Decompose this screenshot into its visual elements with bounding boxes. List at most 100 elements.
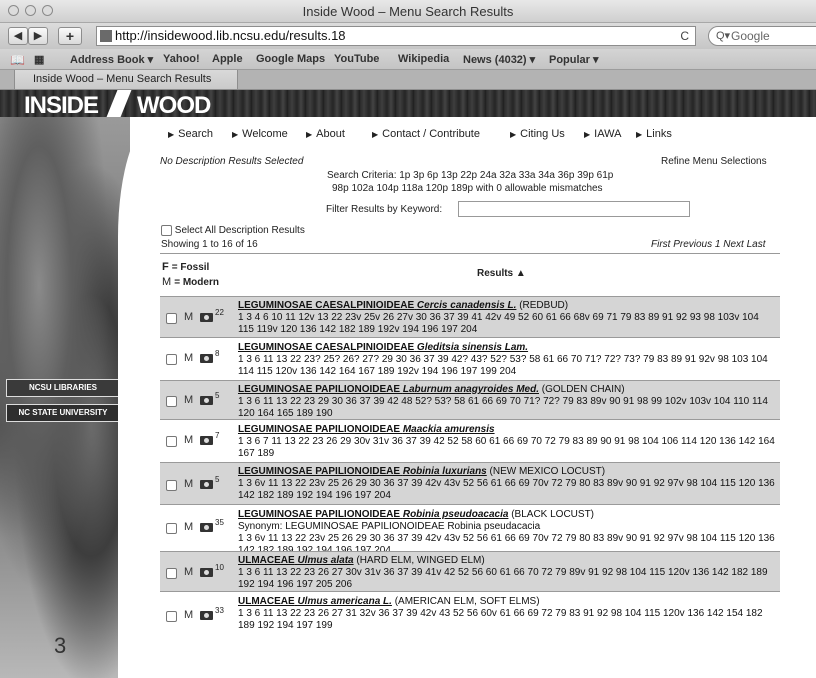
select-all-checkbox[interactable] [161, 225, 172, 236]
result-text: LEGUMINOSAE PAPILIONOIDEAE Maackia amure… [238, 424, 776, 460]
add-bookmark-button[interactable]: + [58, 27, 82, 45]
row-checkbox[interactable] [166, 611, 177, 622]
select-all[interactable]: Select All Description Results [161, 225, 305, 236]
forward-button[interactable]: ▶ [28, 27, 48, 45]
feature-codes: 1 3 6v 11 13 22 23v 25 26 29 30 36 37 39… [238, 478, 775, 501]
image-count: 22 [215, 308, 224, 317]
bookmark-yahoo[interactable]: Yahoo! [163, 53, 200, 65]
filter-input[interactable] [458, 201, 690, 217]
arrow-right-icon: ▶ [168, 130, 175, 139]
url-field[interactable]: http://insidewood.lib.ncsu.edu/results.1… [96, 26, 696, 46]
forward-arrow-icon: ▶ [33, 30, 43, 42]
result-name-link[interactable]: ULMACEAE Ulmus americana L. [238, 596, 392, 607]
modern-marker: M [184, 566, 194, 578]
nav-links[interactable]: ▶ Links [636, 128, 672, 140]
bookmark-apple[interactable]: Apple [212, 53, 243, 65]
tree-photo: NCSU LIBRARIES NC STATE UNIVERSITY 3 [0, 117, 130, 678]
grid-icon[interactable]: ▦ [34, 53, 44, 66]
nav-citing-us[interactable]: ▶ Citing Us [510, 128, 565, 140]
row-checkbox[interactable] [166, 480, 177, 491]
camera-icon[interactable] [200, 523, 213, 532]
back-button[interactable]: ◀ [8, 27, 28, 45]
nav-search[interactable]: ▶ Search [168, 128, 213, 140]
camera-icon[interactable] [200, 354, 213, 363]
arrow-right-icon: ▶ [510, 130, 517, 139]
result-text: LEGUMINOSAE CAESALPINIOIDEAE Cercis cana… [238, 300, 776, 336]
camera-icon[interactable] [200, 480, 213, 489]
reload-icon[interactable]: C [680, 27, 689, 45]
result-name-link[interactable]: LEGUMINOSAE PAPILIONOIDEAE Robinia luxur… [238, 466, 487, 477]
search-icon: Q▾ [716, 30, 731, 42]
row-checkbox[interactable] [166, 436, 177, 447]
site-logo-wood[interactable]: WOOD [137, 92, 211, 120]
results-sort-header[interactable]: Results ▲ [477, 268, 526, 279]
common-name: (REDBUD) [519, 300, 569, 311]
result-name-link[interactable]: LEGUMINOSAE PAPILIONOIDEAE Robinia pseud… [238, 509, 508, 520]
url-text: http://insidewood.lib.ncsu.edu/results.1… [115, 28, 346, 43]
row-checkbox[interactable] [166, 523, 177, 534]
nav-welcome[interactable]: ▶ Welcome [232, 128, 288, 140]
bookmark-youtube[interactable]: YouTube [334, 53, 379, 65]
camera-icon[interactable] [200, 436, 213, 445]
arrow-right-icon: ▶ [372, 130, 379, 139]
camera-icon[interactable] [200, 313, 213, 322]
search-placeholder: Google [731, 29, 770, 43]
bookmark-news[interactable]: News (4032) ▾ [463, 53, 535, 66]
logo-divider [106, 90, 132, 117]
camera-icon[interactable] [200, 611, 213, 620]
nav-about[interactable]: ▶ About [306, 128, 345, 140]
site-banner: INSIDE WOOD [0, 90, 816, 120]
tab-active[interactable]: Inside Wood – Menu Search Results [14, 70, 238, 89]
image-count: 7 [215, 431, 220, 440]
back-arrow-icon: ◀ [13, 30, 23, 42]
result-name-link[interactable]: LEGUMINOSAE CAESALPINIOIDEAE Gleditsia s… [238, 342, 528, 353]
row-checkbox[interactable] [166, 568, 177, 579]
camera-icon[interactable] [200, 396, 213, 405]
common-name: (AMERICAN ELM, SOFT ELMS) [394, 596, 540, 607]
common-name: (HARD ELM, WINGED ELM) [356, 555, 485, 566]
feature-codes: 1 3 4 6 10 11 12v 13 22 23v 25v 26 27v 3… [238, 312, 759, 335]
row-checkbox[interactable] [166, 313, 177, 324]
result-row: M 33 ULMACEAE Ulmus americana L. (AMERICAN… [160, 593, 780, 638]
modern-marker: M [184, 311, 194, 323]
search-input[interactable]: Q▾ Google [708, 26, 816, 46]
image-count: 5 [215, 475, 220, 484]
arrow-right-icon: ▶ [232, 130, 239, 139]
row-checkbox[interactable] [166, 354, 177, 365]
plus-icon: + [65, 28, 75, 44]
bookmark-popular[interactable]: Popular ▾ [549, 53, 599, 66]
nav-contact[interactable]: ▶ Contact / Contribute [372, 128, 480, 140]
bookmark-google-maps[interactable]: Google Maps [256, 53, 325, 65]
image-count: 10 [215, 563, 224, 572]
page-number: 3 [54, 633, 67, 658]
arrow-right-icon: ▶ [636, 130, 643, 139]
image-count: 33 [215, 606, 224, 615]
result-text: LEGUMINOSAE PAPILIONOIDEAE Robinia pseud… [238, 509, 776, 557]
feature-codes: 1 3 6 11 13 22 23 29 30 36 37 39 42 48 5… [238, 396, 768, 419]
common-name: (NEW MEXICO LOCUST) [489, 466, 606, 477]
nc-state-logo[interactable]: NC STATE UNIVERSITY [6, 404, 120, 422]
modern-marker: M [184, 394, 194, 406]
book-icon[interactable]: 📖 [10, 53, 25, 67]
result-row: M 7 LEGUMINOSAE PAPILIONOIDEAE Maackia amu… [160, 421, 780, 461]
ncsu-libraries-logo[interactable]: NCSU LIBRARIES [6, 379, 120, 397]
pager[interactable]: First Previous 1 Next Last [651, 239, 765, 250]
image-count: 35 [215, 518, 224, 527]
site-logo-inside[interactable]: INSIDE [24, 92, 99, 120]
refine-link[interactable]: Refine Menu Selections [661, 156, 767, 167]
result-name-link[interactable]: LEGUMINOSAE PAPILIONOIDEAE Maackia amure… [238, 424, 495, 435]
result-name-link[interactable]: ULMACEAE Ulmus alata [238, 555, 354, 566]
header-top-rule [160, 253, 780, 254]
camera-icon[interactable] [200, 568, 213, 577]
bookmark-address-book[interactable]: Address Book ▾ [70, 53, 153, 66]
image-count: 8 [215, 349, 220, 358]
modern-legend: M = Modern [162, 276, 219, 288]
bookmark-wikipedia[interactable]: Wikipedia [398, 53, 449, 65]
tab-strip: Inside Wood – Menu Search Results [0, 70, 816, 90]
content-curve [118, 117, 158, 678]
result-name-link[interactable]: LEGUMINOSAE CAESALPINIOIDEAE Cercis cana… [238, 300, 516, 311]
result-text: LEGUMINOSAE PAPILIONOIDEAE Robinia luxur… [238, 466, 776, 502]
row-checkbox[interactable] [166, 396, 177, 407]
nav-iawa[interactable]: ▶ IAWA [584, 128, 621, 140]
result-name-link[interactable]: LEGUMINOSAE PAPILIONOIDEAE Laburnum anag… [238, 384, 539, 395]
